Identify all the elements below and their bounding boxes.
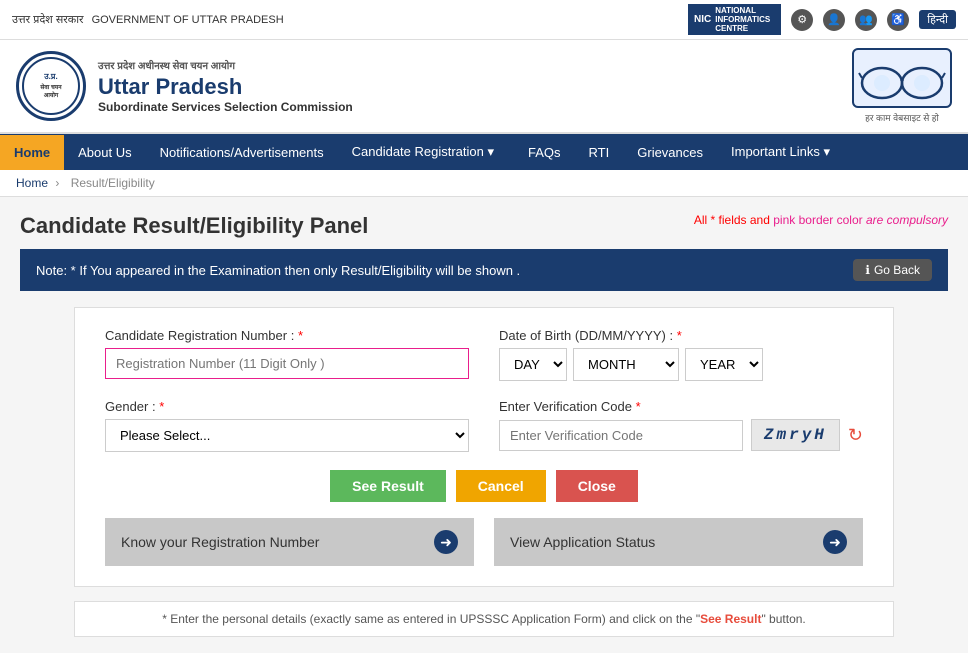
know-registration-button[interactable]: Know your Registration Number ➜ (105, 518, 474, 566)
nav-notifications[interactable]: Notifications/Advertisements (146, 135, 338, 170)
gender-group: Gender : * Please Select... Male Female … (105, 399, 469, 452)
view-status-button[interactable]: View Application Status ➜ (494, 518, 863, 566)
breadcrumb: Home › Result/Eligibility (0, 170, 968, 197)
verification-label: Enter Verification Code * (499, 399, 863, 414)
top-bar-right: NIC NATIONAL INFORMATICS CENTRE ⚙ 👤 👥 ♿ … (688, 4, 956, 35)
glasses-icon (852, 48, 952, 108)
gov-label: GOVERNMENT OF UTTAR PRADESH (92, 14, 284, 26)
view-status-label: View Application Status (510, 534, 655, 550)
nic-logo: NIC NATIONAL INFORMATICS CENTRE (688, 4, 781, 35)
breadcrumb-home[interactable]: Home (16, 176, 48, 190)
nav-links[interactable]: Important Links ▾ (717, 134, 844, 170)
reg-number-input[interactable] (105, 348, 469, 379)
nav-about[interactable]: About Us (64, 135, 145, 170)
dob-day-select[interactable]: DAY (499, 348, 567, 381)
gov-hindi: उत्तर प्रदेश सरकार (12, 12, 84, 27)
org-hindi-name: उत्तर प्रदेश अधीनस्थ सेवा चयन आयोग (98, 58, 353, 72)
gender-label: Gender : * (105, 399, 469, 414)
dob-label: Date of Birth (DD/MM/YYYY) : * (499, 328, 863, 343)
bottom-note-text2: " button. (761, 612, 805, 626)
bottom-note-see-result: See Result (700, 612, 761, 626)
main-nav: Home About Us Notifications/Advertisemen… (0, 134, 968, 170)
verification-required: * (636, 399, 641, 414)
settings-icon[interactable]: ⚙ (791, 9, 813, 31)
verification-group: Enter Verification Code * ZmryH ↻ (499, 399, 863, 452)
form-panel: Candidate Registration Number : * Date o… (74, 307, 894, 587)
action-row: Know your Registration Number ➜ View App… (105, 518, 863, 566)
svg-text:उ.प्र.: उ.प्र. (43, 72, 57, 81)
header-left: उ.प्र. सेवा चयन आयोग उत्तर प्रदेश अधीनस्… (16, 51, 353, 121)
close-button[interactable]: Close (556, 470, 638, 502)
form-buttons: See Result Cancel Close (105, 470, 863, 502)
back-icon: ℹ (865, 263, 870, 277)
bottom-note: * Enter the personal details (exactly sa… (74, 601, 894, 637)
form-row-1: Candidate Registration Number : * Date o… (105, 328, 863, 381)
dob-selects: DAY MONTH JanuaryFebruaryMarch AprilMayJ… (499, 348, 863, 381)
org-name: Uttar Pradesh (98, 74, 353, 100)
breadcrumb-current: Result/Eligibility (71, 176, 155, 190)
note-text: Note: * If You appeared in the Examinati… (36, 263, 520, 278)
captcha-refresh-button[interactable]: ↻ (848, 425, 863, 446)
verification-input-group: ZmryH ↻ (499, 419, 863, 451)
dob-group: Date of Birth (DD/MM/YYYY) : * DAY MONTH… (499, 328, 863, 381)
gender-required: * (159, 399, 164, 414)
know-reg-arrow: ➜ (434, 530, 458, 554)
captcha-image: ZmryH (751, 419, 840, 451)
org-logo: उ.प्र. सेवा चयन आयोग (16, 51, 86, 121)
group-icon[interactable]: 👥 (855, 9, 877, 31)
nic-full: NATIONAL INFORMATICS CENTRE (715, 6, 775, 33)
bottom-note-text1: * Enter the personal details (exactly sa… (162, 612, 700, 626)
cancel-button[interactable]: Cancel (456, 470, 546, 502)
required-asterisk: All * fields and (694, 213, 770, 227)
page-header: Candidate Result/Eligibility Panel All *… (20, 213, 948, 239)
page-title: Candidate Result/Eligibility Panel (20, 213, 368, 239)
verification-input[interactable] (499, 420, 743, 451)
header-text: उत्तर प्रदेश अधीनस्थ सेवा चयन आयोग Uttar… (98, 58, 353, 114)
main-content: Candidate Result/Eligibility Panel All *… (0, 197, 968, 653)
reg-label: Candidate Registration Number : * (105, 328, 469, 343)
hindi-button[interactable]: हिन्दी (919, 10, 956, 29)
nav-home[interactable]: Home (0, 135, 64, 170)
go-back-label: Go Back (874, 263, 920, 277)
dob-required: * (677, 328, 682, 343)
gender-select[interactable]: Please Select... Male Female Other (105, 419, 469, 452)
header-right-tagline: हर काम वेबसाइट से हो (852, 111, 952, 124)
person-icon[interactable]: 👤 (823, 9, 845, 31)
compulsory-note: are compulsory (866, 213, 948, 227)
header-right: हर काम वेबसाइट से हो (852, 48, 952, 124)
view-status-arrow: ➜ (823, 530, 847, 554)
pink-border-note: pink border color (773, 213, 866, 227)
form-row-2: Gender : * Please Select... Male Female … (105, 399, 863, 452)
svg-text:आयोग: आयोग (44, 91, 59, 99)
nav-faqs[interactable]: FAQs (514, 135, 575, 170)
svg-text:सेवा चयन: सेवा चयन (39, 83, 62, 91)
nav-grievances[interactable]: Grievances (623, 135, 717, 170)
org-subtitle: Subordinate Services Selection Commissio… (98, 100, 353, 114)
know-reg-label: Know your Registration Number (121, 534, 319, 550)
nav-candidate-reg[interactable]: Candidate Registration ▾ (338, 134, 514, 170)
top-bar: उत्तर प्रदेश सरकार GOVERNMENT OF UTTAR P… (0, 0, 968, 40)
site-header: उ.प्र. सेवा चयन आयोग उत्तर प्रदेश अधीनस्… (0, 40, 968, 134)
nav-rti[interactable]: RTI (575, 135, 624, 170)
accessibility-icon[interactable]: ♿ (887, 9, 909, 31)
dob-year-select[interactable]: YEAR (685, 348, 763, 381)
reg-number-group: Candidate Registration Number : * (105, 328, 469, 381)
breadcrumb-separator: › (55, 176, 59, 190)
note-bar: Note: * If You appeared in the Examinati… (20, 249, 948, 291)
nic-text: NIC (694, 14, 711, 25)
see-result-button[interactable]: See Result (330, 470, 446, 502)
required-note: All * fields and pink border color are c… (694, 213, 948, 227)
reg-required: * (298, 328, 303, 343)
top-bar-left: उत्तर प्रदेश सरकार GOVERNMENT OF UTTAR P… (12, 12, 284, 27)
go-back-button[interactable]: ℹ Go Back (853, 259, 932, 281)
dob-month-select[interactable]: MONTH JanuaryFebruaryMarch AprilMayJune … (573, 348, 679, 381)
